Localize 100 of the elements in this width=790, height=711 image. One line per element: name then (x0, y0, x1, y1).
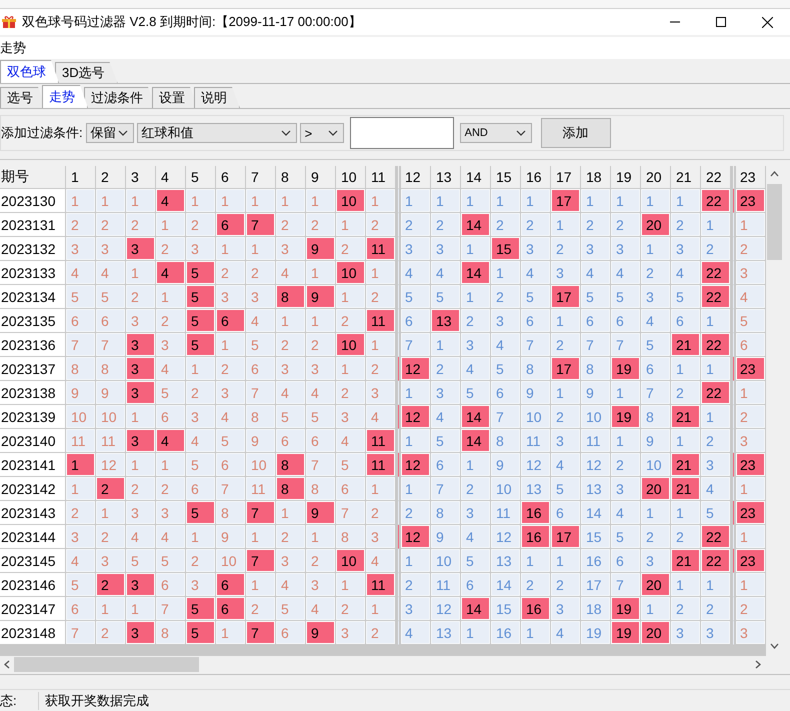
hit-cell: 10 (336, 333, 366, 357)
miss-cell: 2 (491, 285, 521, 309)
hit-cell: 23 (731, 549, 766, 573)
miss-cell: 7 (246, 381, 276, 405)
miss-cell: 1 (246, 573, 276, 597)
hit-cell: 21 (671, 549, 701, 573)
column-header: 16 (521, 166, 551, 189)
miss-cell: 4 (701, 477, 731, 501)
hit-cell: 9 (306, 237, 336, 261)
hit-cell: 5 (186, 309, 216, 333)
tab[interactable]: 走势 (42, 85, 88, 108)
miss-cell: 4 (276, 261, 306, 285)
miss-cell: 7 (491, 405, 521, 429)
miss-cell: 3 (306, 573, 336, 597)
field-dropdown[interactable]: 红球和值 (136, 123, 297, 143)
miss-cell: 10 (216, 549, 246, 573)
miss-cell: 2 (366, 357, 396, 381)
miss-cell: 1 (306, 261, 336, 285)
miss-cell: 8 (306, 477, 336, 501)
hit-cell: 22 (701, 285, 731, 309)
miss-cell: 10 (96, 405, 126, 429)
miss-cell: 11 (66, 429, 96, 453)
miss-cell: 3 (276, 357, 306, 381)
miss-cell: 3 (611, 237, 641, 261)
miss-cell: 3 (461, 501, 491, 525)
tab[interactable]: 说明 (194, 87, 240, 108)
miss-cell: 1 (156, 285, 186, 309)
hit-cell: 5 (186, 501, 216, 525)
hit-cell: 6 (216, 597, 246, 621)
miss-cell: 2 (366, 621, 396, 645)
miss-cell: 3 (336, 621, 366, 645)
hit-cell: 16 (521, 525, 551, 549)
miss-cell: 5 (611, 285, 641, 309)
miss-cell: 8 (96, 357, 126, 381)
value-input[interactable] (350, 117, 454, 149)
menu-item[interactable]: 走势 (0, 39, 32, 57)
miss-cell: 2 (431, 213, 461, 237)
miss-cell: 3 (396, 237, 431, 261)
miss-cell: 1 (671, 501, 701, 525)
miss-cell: 8 (491, 429, 521, 453)
miss-cell: 1 (396, 189, 431, 213)
miss-cell: 7 (611, 573, 641, 597)
column-header: 10 (336, 166, 366, 189)
miss-cell: 3 (521, 237, 551, 261)
miss-cell: 5 (491, 357, 521, 381)
action-dropdown[interactable]: 保留 (86, 123, 134, 143)
miss-cell: 1 (431, 333, 461, 357)
miss-cell: 2 (551, 573, 581, 597)
miss-cell: 2 (461, 309, 491, 333)
hit-cell: 10 (336, 549, 366, 573)
operator-dropdown[interactable]: > (300, 123, 344, 143)
miss-cell: 2 (731, 597, 766, 621)
miss-cell: 2 (336, 237, 366, 261)
miss-cell: 4 (366, 549, 396, 573)
miss-cell: 4 (581, 261, 611, 285)
period-cell: 2023144 (0, 525, 66, 549)
miss-cell: 5 (431, 429, 461, 453)
miss-cell: 8 (216, 501, 246, 525)
miss-cell: 1 (701, 357, 731, 381)
miss-cell: 6 (276, 621, 306, 645)
hit-cell: 23 (731, 453, 766, 477)
miss-cell: 1 (641, 597, 671, 621)
miss-cell: 14 (581, 501, 611, 525)
miss-cell: 13 (521, 477, 551, 501)
miss-cell: 2 (216, 261, 246, 285)
period-cell: 2023140 (0, 429, 66, 453)
miss-cell: 2 (701, 597, 731, 621)
miss-cell: 2 (216, 357, 246, 381)
miss-cell: 11 (521, 429, 551, 453)
hit-cell: 17 (551, 357, 581, 381)
tab[interactable]: 双色球 (0, 60, 59, 83)
miss-cell: 3 (186, 237, 216, 261)
miss-cell: 1 (216, 333, 246, 357)
miss-cell: 11 (491, 501, 521, 525)
miss-cell: 5 (611, 525, 641, 549)
miss-cell: 7 (581, 333, 611, 357)
tab[interactable]: 3D选号 (55, 62, 118, 83)
miss-cell: 1 (66, 189, 96, 213)
miss-cell: 12 (521, 453, 551, 477)
add-button[interactable]: 添加 (540, 118, 611, 148)
column-header: 期号 (0, 166, 66, 189)
miss-cell: 1 (216, 237, 246, 261)
miss-cell: 2 (246, 597, 276, 621)
miss-cell: 1 (366, 477, 396, 501)
miss-cell: 1 (581, 189, 611, 213)
miss-cell: 1 (731, 477, 766, 501)
miss-cell: 5 (126, 549, 156, 573)
miss-cell: 5 (276, 405, 306, 429)
hit-cell: 21 (671, 405, 701, 429)
logic-dropdown[interactable]: AND (460, 123, 532, 143)
miss-cell: 5 (186, 453, 216, 477)
period-cell: 2023133 (0, 261, 66, 285)
miss-cell: 4 (431, 261, 461, 285)
hit-cell: 11 (366, 573, 396, 597)
miss-cell: 10 (641, 453, 671, 477)
miss-cell: 15 (581, 525, 611, 549)
hit-cell: 23 (731, 189, 766, 213)
miss-cell: 3 (731, 261, 766, 285)
miss-cell: 10 (521, 405, 551, 429)
miss-cell: 6 (276, 429, 306, 453)
